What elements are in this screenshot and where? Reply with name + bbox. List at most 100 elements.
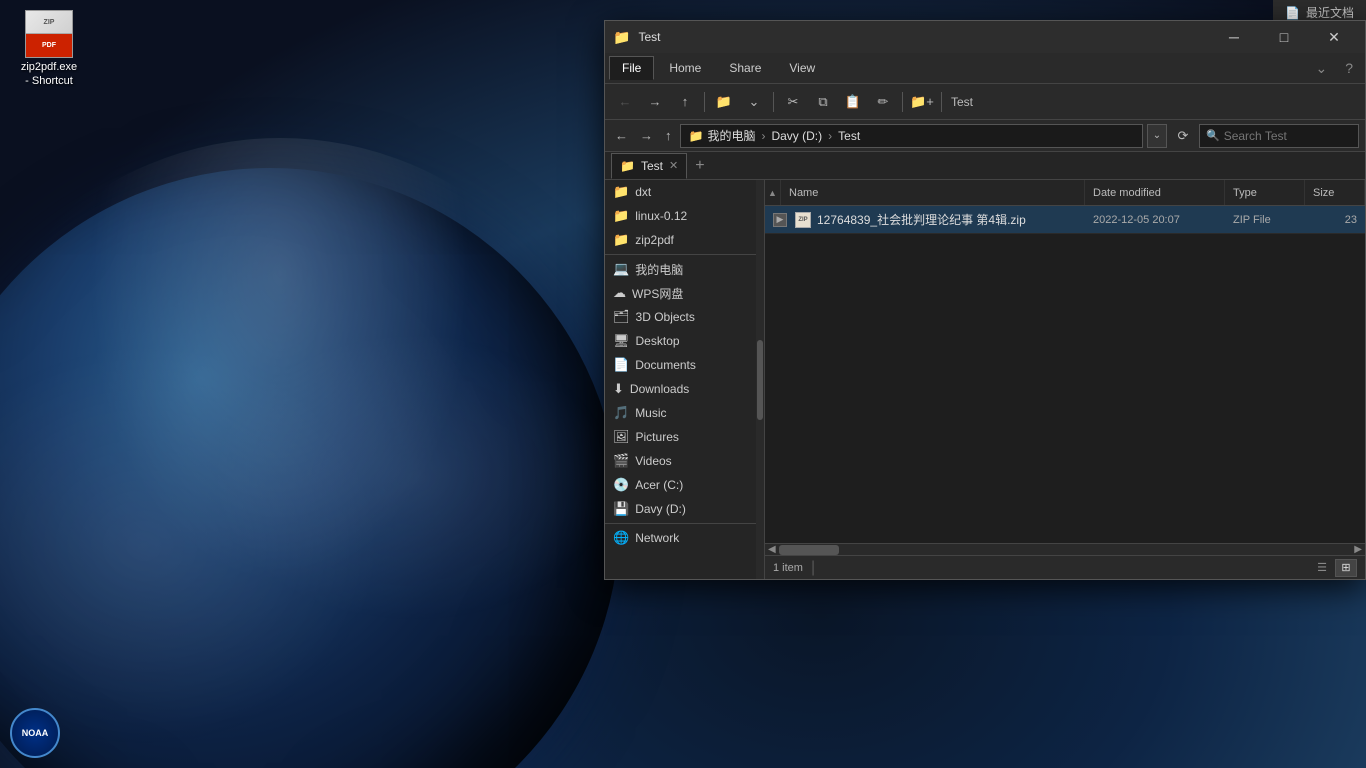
nav-pane: 📁 dxt 📁 linux-0.12 📁 zip2pdf 💻 我的	[605, 180, 765, 579]
drive-c-icon: 💿	[613, 477, 629, 493]
drive-d-icon: 💾	[613, 501, 629, 517]
col-header-name[interactable]: Name	[781, 180, 1085, 205]
address-path[interactable]: 📁 我的电脑 › Davy (D:) › Test	[680, 124, 1144, 148]
scroll-right-arrow[interactable]: ▶	[1351, 544, 1365, 555]
sidebar-item-mycomputer[interactable]: 💻 我的电脑	[605, 257, 756, 281]
ribbon-tabs-row: File Home Share View ⌄ ?	[605, 53, 1365, 83]
maximize-button[interactable]: □	[1261, 21, 1307, 53]
ribbon-help-button[interactable]: ?	[1337, 56, 1361, 80]
sidebar-item-documents[interactable]: 📄 Documents	[605, 353, 756, 377]
explorer-window: 📁 Test ─ □ ✕ File Home Share View ⌄ ? ← …	[604, 20, 1366, 580]
sidebar-item-network[interactable]: 🌐 Network	[605, 526, 756, 550]
search-box: 🔍	[1199, 124, 1359, 148]
sidebar-item-davydrive[interactable]: 💾 Davy (D:)	[605, 497, 756, 521]
close-button[interactable]: ✕	[1311, 21, 1357, 53]
history-button[interactable]: ⌄	[740, 89, 768, 115]
sidebar-label-zip2pdf: zip2pdf	[635, 233, 674, 247]
file-list-body: ▶ ZIP 12764839_社会批判理论纪事 第4辑.zip 2022-12-…	[765, 206, 1365, 543]
ribbon-tab-file[interactable]: File	[609, 56, 654, 80]
folder-button[interactable]: 📁	[710, 89, 738, 115]
new-folder-button[interactable]: 📁+	[908, 89, 936, 115]
path-sep-2: ›	[828, 129, 832, 143]
sidebar-label-videos: Videos	[635, 454, 671, 468]
sidebar-item-linux[interactable]: 📁 linux-0.12	[605, 204, 756, 228]
collapse-arrow[interactable]: ▲	[765, 180, 781, 205]
path-mycomputer[interactable]: 我的电脑	[707, 127, 755, 144]
tab-test[interactable]: 📁 Test ✕	[611, 153, 687, 179]
toolbar-separator-1	[704, 92, 705, 112]
forward-button[interactable]: →	[641, 89, 669, 115]
sidebar-item-desktop[interactable]: 🖥 Desktop	[605, 329, 756, 353]
col-header-date[interactable]: Date modified	[1085, 180, 1225, 205]
sidebar-item-3dobjects[interactable]: 🗂 3D Objects	[605, 305, 756, 329]
ribbon-tab-view[interactable]: View	[776, 56, 828, 80]
search-icon: 🔍	[1206, 129, 1220, 142]
sidebar-label-music: Music	[635, 406, 666, 420]
addr-back-button[interactable]: ←	[611, 126, 632, 145]
3d-icon: 🗂	[613, 309, 630, 325]
col-header-type[interactable]: Type	[1225, 180, 1305, 205]
zip-expand-icon: ▶	[773, 213, 787, 227]
icon-image: ZIP PDF	[25, 10, 73, 58]
address-bar: ← → ↑ 📁 我的电脑 › Davy (D:) › Test ⌄ ⟳ 🔍	[605, 120, 1365, 152]
table-row[interactable]: ▶ ZIP 12764839_社会批判理论纪事 第4辑.zip 2022-12-…	[765, 206, 1365, 234]
desktop-icon-zip2pdf[interactable]: ZIP PDF zip2pdf.exe - Shortcut	[14, 10, 84, 89]
pictures-icon: 🖼	[613, 429, 630, 445]
cut-button[interactable]: ✂	[779, 89, 807, 115]
ribbon-expand-button[interactable]: ⌄	[1307, 56, 1335, 81]
horizontal-scrollbar[interactable]: ◀ ▶	[765, 543, 1365, 555]
sidebar-item-videos[interactable]: 🎬 Videos	[605, 449, 756, 473]
sidebar-item-wps[interactable]: ☁ WPS网盘	[605, 281, 756, 305]
folder-icon: 📁	[613, 208, 629, 224]
minimize-button[interactable]: ─	[1211, 21, 1257, 53]
path-test[interactable]: Test	[838, 129, 860, 143]
ribbon-tab-share[interactable]: Share	[716, 56, 774, 80]
list-view-button[interactable]: ☰	[1311, 559, 1333, 577]
back-button[interactable]: ←	[611, 89, 639, 115]
addr-forward-button[interactable]: →	[636, 126, 657, 145]
refresh-button[interactable]: ⟳	[1171, 124, 1195, 148]
nav-scrollbar-thumb	[757, 340, 763, 420]
new-tab-button[interactable]: +	[689, 157, 710, 175]
noaa-logo: NOAA	[10, 708, 60, 758]
copy-button[interactable]: ⧉	[809, 89, 837, 115]
file-size: 23	[1305, 214, 1365, 226]
window-icon: 📁	[613, 29, 630, 46]
up-button[interactable]: ↑	[671, 89, 699, 115]
recent-docs-label: 最近文档	[1306, 4, 1354, 21]
file-list-area: ▲ Name Date modified Type Size ▶ ZIP 127…	[765, 180, 1365, 579]
sidebar-item-zip2pdf[interactable]: 📁 zip2pdf	[605, 228, 756, 252]
nav-separator	[605, 254, 756, 255]
nav-scroll-container: 📁 dxt 📁 linux-0.12 📁 zip2pdf 💻 我的	[605, 180, 764, 579]
scroll-left-arrow[interactable]: ◀	[765, 544, 779, 555]
search-input[interactable]	[1224, 129, 1352, 143]
window-title: Test	[638, 30, 1207, 44]
sidebar-label-downloads: Downloads	[630, 382, 689, 396]
videos-icon: 🎬	[613, 453, 629, 469]
sidebar-label-linux: linux-0.12	[635, 209, 687, 223]
sidebar-item-pictures[interactable]: 🖼 Pictures	[605, 425, 756, 449]
rename-button[interactable]: ✏	[869, 89, 897, 115]
recent-docs-icon: 📄	[1285, 6, 1300, 20]
address-dropdown[interactable]: ⌄	[1147, 124, 1167, 148]
nav-scrollbar[interactable]	[756, 180, 764, 579]
downloads-icon: ⬇	[613, 381, 624, 397]
col-header-size[interactable]: Size	[1305, 180, 1365, 205]
sidebar-item-downloads[interactable]: ⬇ Downloads	[605, 377, 756, 401]
sidebar-item-dxt[interactable]: 📁 dxt	[605, 180, 756, 204]
tab-label: Test	[641, 159, 663, 173]
pdf-label: PDF	[26, 34, 72, 57]
sidebar-label-mycomputer: 我的电脑	[635, 261, 683, 278]
sidebar-item-acerdrive[interactable]: 💿 Acer (C:)	[605, 473, 756, 497]
details-view-button[interactable]: ⊞	[1335, 559, 1357, 577]
ribbon-tab-home[interactable]: Home	[656, 56, 714, 80]
sidebar-label-documents: Documents	[635, 358, 696, 372]
toolbar-separator-4	[941, 92, 942, 112]
tab-close-button[interactable]: ✕	[669, 159, 678, 172]
path-davy[interactable]: Davy (D:)	[771, 129, 822, 143]
addr-up-button[interactable]: ↑	[661, 126, 676, 145]
sidebar-item-music[interactable]: 🎵 Music	[605, 401, 756, 425]
toolbar-separator-2	[773, 92, 774, 112]
zip-file-icon: ZIP	[795, 212, 811, 228]
paste-button[interactable]: 📋	[839, 89, 867, 115]
